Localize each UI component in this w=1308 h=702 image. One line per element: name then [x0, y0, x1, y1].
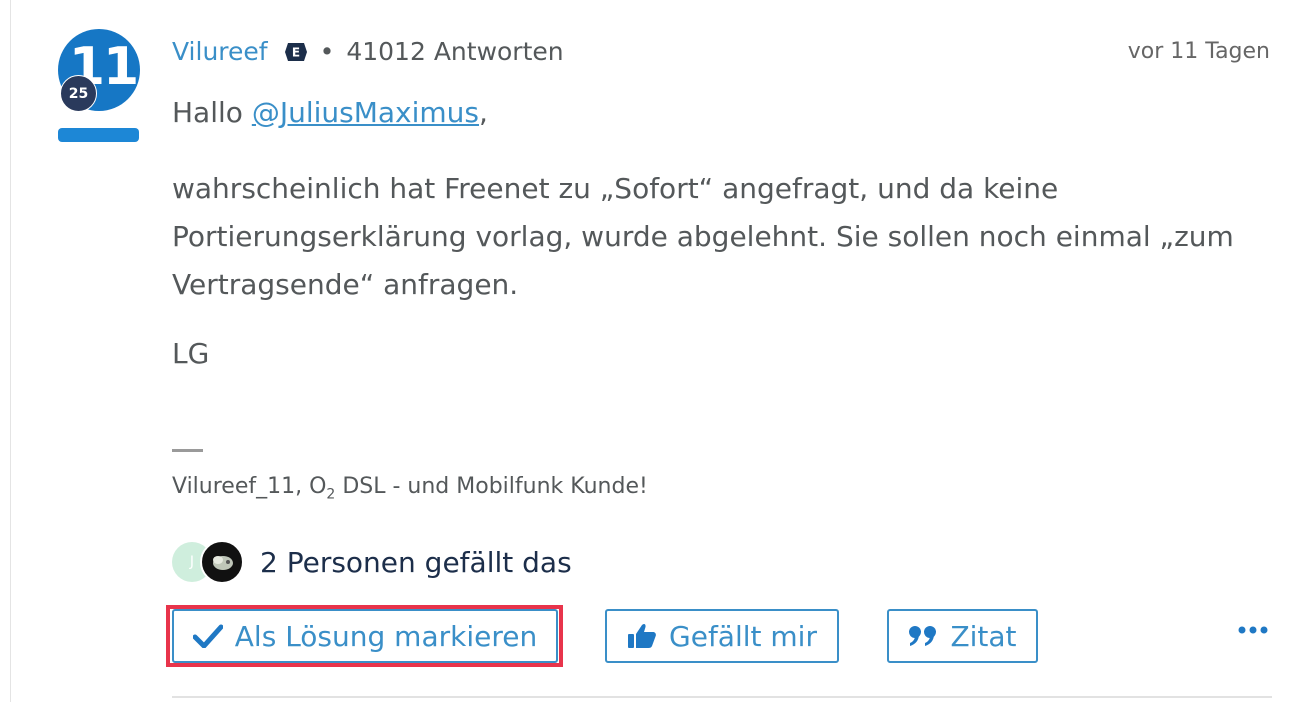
signature-divider — [172, 449, 203, 452]
greeting-prefix: Hallo — [172, 96, 252, 129]
mark-as-solution-button[interactable]: Als Lösung markieren — [172, 609, 558, 663]
thumbs-up-icon — [627, 622, 657, 650]
post-meta: Vilureef E • 41012 Antworten — [172, 35, 564, 69]
post-signoff: LG — [172, 337, 210, 370]
post-bottom-divider — [172, 696, 1272, 698]
liker-avatar[interactable] — [200, 540, 244, 584]
post-timestamp: vor 11 Tagen — [1127, 39, 1270, 64]
quote-label: Zitat — [950, 619, 1017, 653]
svg-text:E: E — [291, 46, 299, 60]
rank-bar — [58, 128, 139, 142]
more-options-icon — [1238, 626, 1268, 634]
signature-suffix: DSL - und Mobilfunk Kunde! — [335, 474, 648, 499]
author-name-link[interactable]: Vilureef — [172, 35, 268, 69]
rank-badge: 25 — [60, 75, 97, 112]
expert-badge-icon: E — [284, 42, 308, 62]
mention-link[interactable]: @JuliusMaximus — [252, 96, 479, 129]
liker-photo-icon — [213, 556, 233, 570]
signature-subscript: 2 — [326, 486, 336, 503]
likes-row: J 2 Personen gefällt das — [172, 539, 572, 585]
like-button[interactable]: Gefällt mir — [605, 609, 839, 663]
author-avatar[interactable]: 11 25 — [58, 29, 140, 112]
post-body: wahrscheinlich hat Freenet zu „Sofort“ a… — [172, 172, 1234, 301]
quote-icon — [908, 625, 938, 647]
like-label: Gefällt mir — [669, 619, 817, 653]
checkmark-icon — [192, 624, 223, 648]
meta-separator: • — [319, 37, 335, 66]
signature-prefix: Vilureef_11, O — [172, 474, 327, 499]
greeting-suffix: , — [478, 96, 488, 129]
quote-button[interactable]: Zitat — [887, 609, 1038, 663]
greeting-line: Hallo @JuliusMaximus, — [172, 94, 488, 132]
mark-as-solution-label: Als Lösung markieren — [234, 619, 538, 653]
more-options-button[interactable] — [1236, 620, 1270, 640]
post-signature: Vilureef_11, O2 DSL - und Mobilfunk Kund… — [172, 471, 648, 510]
page-edge — [10, 0, 11, 702]
likes-count-link[interactable]: 2 Personen gefällt das — [260, 546, 572, 579]
reply-count: 41012 Antworten — [346, 37, 564, 66]
